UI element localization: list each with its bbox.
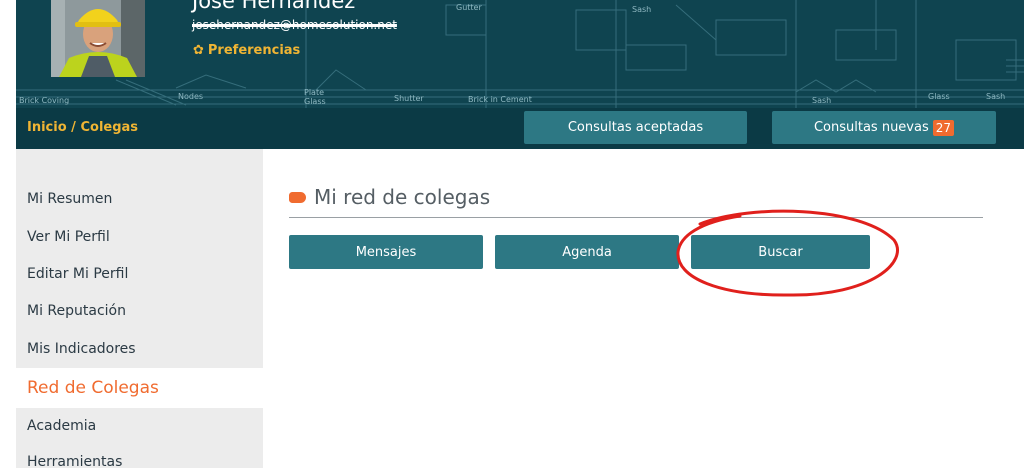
blueprint-label: Gutter [456,3,482,12]
sidebar-item-ver-mi-perfil[interactable]: Ver Mi Perfil [27,229,110,245]
blueprint-label: Glass [304,97,326,106]
sidebar-item-red-de-colegas[interactable]: Red de Colegas [27,378,159,398]
blueprint-label: Glass [928,92,950,101]
breadcrumb-separator: / [66,120,81,135]
new-requests-label: Consultas nuevas [813,120,929,135]
gear-icon: ✿ [193,43,204,58]
blueprint-label: Nodes [178,92,203,101]
new-requests-button[interactable]: Consultas nuevas 27 [772,111,996,144]
profile-header: Brick Coving Nodes Plate Glass Shutter B… [16,0,1024,108]
section-header: Mi red de colegas [289,185,490,209]
page-title: Mi red de colegas [314,185,491,209]
sidebar-item-mi-resumen[interactable]: Mi Resumen [27,191,112,207]
sidebar-item-herramientas[interactable]: Herramientas [27,454,122,468]
search-button[interactable]: Buscar [691,235,870,269]
sidebar: Mi Resumen Ver Mi Perfil Editar Mi Perfi… [16,149,263,468]
user-email: josehernandez@homesolution.net [192,18,397,32]
blueprint-label: Sash [632,5,651,14]
title-divider [289,217,983,218]
preferences-link[interactable]: ✿ Preferencias [193,43,300,58]
preferences-label: Preferencias [207,43,301,58]
orange-bullet-icon [289,191,306,203]
sidebar-item-mis-indicadores[interactable]: Mis Indicadores [27,341,136,357]
accepted-requests-label: Consultas aceptadas [567,120,704,135]
user-name: Jose Hernandez [192,0,356,13]
sidebar-item-mi-reputacion[interactable]: Mi Reputación [27,303,126,319]
blueprint-label: Sash [986,92,1005,101]
accepted-requests-button[interactable]: Consultas aceptadas [524,111,747,144]
sidebar-item-academia[interactable]: Academia [27,418,96,434]
breadcrumb-current[interactable]: Colegas [80,120,138,135]
blueprint-label: Shutter [394,94,424,103]
blueprint-background: Brick Coving Nodes Plate Glass Shutter B… [16,0,1024,108]
sidebar-item-editar-mi-perfil[interactable]: Editar Mi Perfil [27,266,128,282]
blueprint-label: Brick Coving [19,96,69,105]
breadcrumb-home[interactable]: Inicio [27,120,67,135]
blueprint-label: Brick in Cement [468,95,532,104]
top-navbar: Inicio / Colegas Consultas aceptadas Con… [16,108,1024,149]
blueprint-label: Plate [304,88,324,97]
messages-button[interactable]: Mensajes [289,235,483,269]
agenda-button[interactable]: Agenda [495,235,679,269]
new-requests-count-badge: 27 [932,119,955,136]
user-avatar[interactable] [51,0,145,77]
blueprint-label: Sash [812,96,831,105]
breadcrumb: Inicio / Colegas [27,120,138,135]
avatar-image [51,0,145,77]
